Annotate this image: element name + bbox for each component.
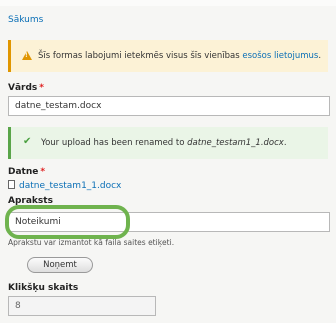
form-panel: Sākums Šīs formas labojumi ietekmēs visu… xyxy=(0,0,336,323)
success-text: Your upload has been renamed to datne_te… xyxy=(41,138,287,148)
breadcrumb-home-link[interactable]: Sākums xyxy=(8,15,43,25)
highlight-ring xyxy=(5,205,130,239)
success-message: ✔ Your upload has been renamed to datne_… xyxy=(8,127,328,159)
required-marker: * xyxy=(40,167,46,177)
file-label: Datne * xyxy=(8,167,46,177)
top-border xyxy=(0,0,336,6)
required-marker: * xyxy=(39,83,44,93)
uploaded-file-link[interactable]: datne_testam1_1.docx xyxy=(8,180,121,191)
remove-button[interactable]: Noņemt xyxy=(27,257,93,273)
file-icon xyxy=(8,180,15,189)
warning-text: Šīs formas labojumi ietekmēs visus šīs v… xyxy=(38,51,322,61)
name-input[interactable]: datne_testam.docx xyxy=(8,96,330,116)
check-icon: ✔ xyxy=(23,136,32,147)
clicks-input[interactable]: 8 xyxy=(8,296,156,316)
description-help-text: Aprakstu var izmantot kā faila saites et… xyxy=(8,238,175,247)
warning-icon xyxy=(22,51,32,60)
name-label: Vārds * xyxy=(8,83,44,93)
existing-uses-link[interactable]: esošos lietojumus xyxy=(242,51,318,61)
warning-message: Šīs formas labojumi ietekmēs visus šīs v… xyxy=(8,40,328,72)
clicks-label: Klikšķu skaits xyxy=(8,283,79,293)
